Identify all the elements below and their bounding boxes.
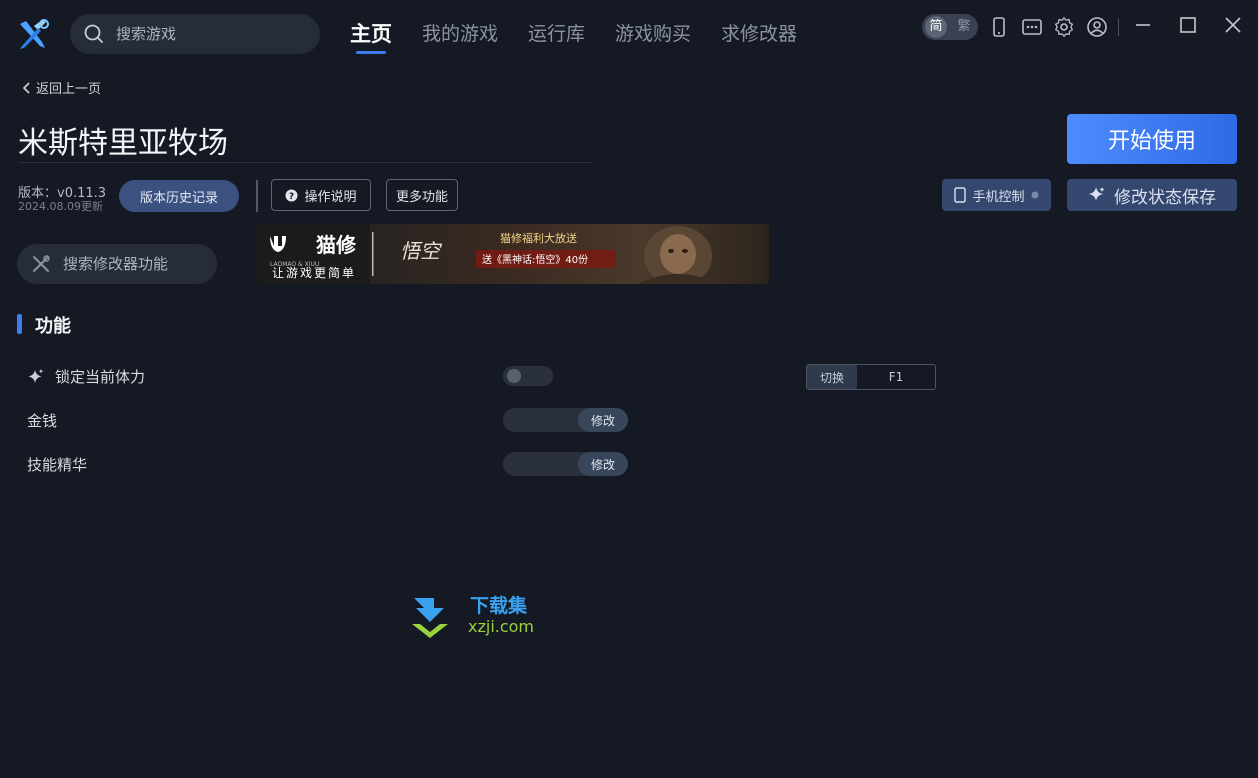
banner-slogan: 让游戏更简单 — [272, 266, 356, 280]
banner-game-logo: 悟空 — [400, 239, 443, 263]
money-modify-button[interactable]: 修改 — [578, 408, 628, 432]
close-icon[interactable] — [1220, 12, 1246, 38]
maximize-icon[interactable] — [1175, 12, 1201, 38]
watermark-title: 下载集 — [470, 594, 528, 617]
phone-icon[interactable] — [988, 16, 1010, 38]
sparkle-icon — [28, 368, 44, 383]
banner-promo-line1: 猫修福利大放送 — [500, 231, 577, 245]
nav-game-purchase[interactable]: 游戏购买 — [615, 20, 691, 54]
feature-label: 金钱 — [27, 412, 58, 430]
feature-label: 技能精华 — [27, 456, 88, 474]
toggle-knob — [507, 369, 521, 383]
promo-banner-art: 猫修 LAOMAO & XIUU 让游戏更简单 悟空 猫修福利大放送 送《黑神话… — [258, 224, 718, 284]
skill-essence-value-input[interactable] — [511, 455, 577, 471]
feature-row-money: 金钱 — [27, 410, 57, 431]
watermark-site: xzji.com — [468, 617, 534, 636]
user-icon[interactable] — [1086, 16, 1108, 38]
language-toggle[interactable]: 简 繁 — [922, 14, 978, 40]
instructions-label: 操作说明 — [304, 189, 357, 205]
tools-icon — [33, 255, 50, 272]
nav-my-games[interactable]: 我的游戏 — [422, 20, 498, 54]
banner-promo-line2: 送《黑神话:悟空》40份 — [482, 253, 588, 266]
section-accent-bar — [17, 314, 22, 334]
search-icon — [84, 24, 103, 43]
sparkle-icon — [1089, 187, 1105, 201]
skill-essence-modify-button[interactable]: 修改 — [578, 452, 628, 476]
nav-request-trainer[interactable]: 求修改器 — [721, 20, 797, 54]
phone-control-label: 手机控制 — [972, 189, 1025, 205]
back-link[interactable]: 返回上一页 — [22, 78, 101, 97]
save-state-label: 修改状态保存 — [1114, 187, 1216, 208]
promo-banner[interactable]: 猫修 LAOMAO & XIUU 让游戏更简单 悟空 猫修福利大放送 送《黑神话… — [258, 224, 769, 284]
function-search-box[interactable] — [17, 244, 217, 284]
status-dot-icon — [1031, 191, 1038, 199]
section-title: 功能 — [35, 316, 71, 337]
hotkey-key[interactable]: F1 — [857, 365, 935, 389]
title-divider — [18, 162, 592, 163]
feature-row-skill-essence: 技能精华 — [27, 454, 87, 475]
download-arrow-icon — [414, 598, 444, 622]
topbar-divider — [1118, 18, 1119, 36]
lock-stamina-hotkey[interactable]: 切换 F1 — [806, 364, 936, 390]
money-modify-field: 修改 — [503, 408, 628, 432]
version-date: 2024.08.09更新 — [18, 200, 103, 213]
game-search-input[interactable] — [114, 24, 298, 44]
nav-runtime-library[interactable]: 运行库 — [528, 20, 585, 54]
back-link-label: 返回上一页 — [36, 82, 102, 97]
phone-icon — [954, 187, 967, 203]
chevron-left-icon — [22, 81, 30, 94]
feature-row-lock-stamina: 锁定当前体力 — [27, 366, 145, 387]
banner-brand: 猫修 — [316, 233, 357, 257]
version-history-button[interactable]: 版本历史记录 — [119, 180, 239, 212]
gear-icon[interactable] — [1053, 16, 1075, 38]
minimize-icon[interactable] — [1130, 12, 1156, 38]
help-icon: ? — [285, 189, 298, 202]
lang-simplified[interactable]: 简 — [925, 16, 947, 38]
more-features-button[interactable]: 更多功能 — [386, 179, 458, 211]
nav-home[interactable]: 主页 — [350, 20, 392, 54]
lock-stamina-toggle[interactable] — [503, 366, 553, 386]
main-nav: 主页 我的游戏 运行库 游戏购买 求修改器 — [350, 20, 797, 54]
site-watermark: 下载集 xzji.com — [412, 594, 534, 638]
game-search-box[interactable] — [70, 14, 320, 54]
app-logo-icon — [20, 19, 49, 49]
svg-text:?: ? — [289, 192, 294, 202]
chat-icon[interactable] — [1021, 16, 1043, 38]
money-value-input[interactable] — [511, 411, 577, 427]
phone-control-button[interactable]: 手机控制 — [942, 179, 1051, 211]
function-search-input[interactable] — [61, 254, 205, 274]
start-button[interactable]: 开始使用 — [1067, 114, 1237, 164]
lang-traditional[interactable]: 繁 — [953, 16, 975, 38]
feature-label: 锁定当前体力 — [55, 368, 146, 386]
header-divider — [256, 180, 258, 212]
skill-essence-modify-field: 修改 — [503, 452, 628, 476]
instructions-button[interactable]: ? 操作说明 — [271, 179, 371, 211]
hotkey-action: 切换 — [807, 365, 857, 389]
game-title: 米斯特里亚牧场 — [18, 126, 228, 161]
save-state-button[interactable]: 修改状态保存 — [1067, 179, 1237, 211]
